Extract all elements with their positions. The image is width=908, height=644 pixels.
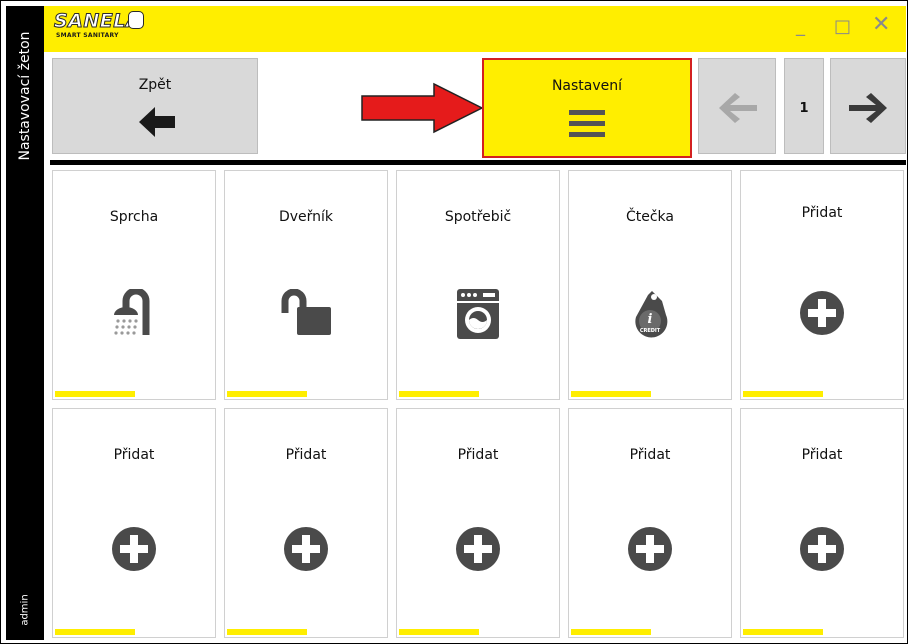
tile-ctecka[interactable]: Čtečka i CREDIT bbox=[568, 170, 732, 400]
tile-status-bar bbox=[227, 629, 307, 635]
tile-pridat[interactable]: Přidat bbox=[52, 408, 216, 638]
tile-label: Sprcha bbox=[109, 209, 159, 225]
tile-label: Přidat bbox=[801, 205, 843, 221]
shower-icon bbox=[114, 289, 150, 335]
add-icon bbox=[284, 527, 328, 571]
previous-page-button[interactable] bbox=[698, 58, 776, 154]
sanela-logo: SANELA SMART SANITARY bbox=[53, 10, 164, 44]
tile-sprcha[interactable]: Sprcha bbox=[52, 170, 216, 400]
page-number: 1 bbox=[799, 101, 809, 116]
red-pointer-arrow bbox=[361, 82, 484, 134]
tile-label: Přidat bbox=[801, 447, 843, 463]
add-icon bbox=[800, 291, 844, 335]
settings-button-label: Nastavení bbox=[551, 78, 623, 94]
tile-label: Přidat bbox=[285, 447, 327, 463]
sidebar: Nastavovací žeton admin bbox=[6, 6, 44, 640]
tile-label: Spotřebič bbox=[444, 209, 512, 225]
tile-label: Přidat bbox=[113, 447, 155, 463]
credit-token-icon: i CREDIT bbox=[635, 291, 668, 338]
arrow-left-icon bbox=[139, 107, 175, 137]
sidebar-title: Nastavovací žeton bbox=[6, 6, 44, 186]
tile-status-bar bbox=[55, 391, 135, 397]
logo-mascot-icon bbox=[128, 11, 144, 29]
sidebar-user: admin bbox=[6, 580, 44, 640]
tile-status-bar bbox=[227, 391, 307, 397]
tile-label: Dveřník bbox=[278, 209, 334, 225]
toolbar-divider bbox=[50, 160, 906, 165]
arrow-right-icon bbox=[849, 93, 887, 123]
add-icon bbox=[628, 527, 672, 571]
arrow-left-icon bbox=[719, 93, 757, 123]
tile-spotrebic[interactable]: Spotřebič bbox=[396, 170, 560, 400]
tile-pridat[interactable]: Přidat bbox=[568, 408, 732, 638]
tile-label: Přidat bbox=[629, 447, 671, 463]
next-page-button[interactable] bbox=[830, 58, 906, 154]
tile-status-bar bbox=[571, 391, 651, 397]
back-button-label: Zpět bbox=[138, 77, 172, 93]
menu-icon bbox=[569, 110, 605, 137]
tile-status-bar bbox=[743, 391, 823, 397]
tile-status-bar bbox=[399, 391, 479, 397]
title-bar: SANELA SMART SANITARY _ □ ✕ bbox=[44, 6, 906, 52]
svg-text:i: i bbox=[648, 312, 653, 327]
maximize-button[interactable]: □ bbox=[834, 16, 851, 37]
tile-label: Přidat bbox=[457, 447, 499, 463]
tile-pridat[interactable]: Přidat bbox=[740, 408, 904, 638]
page-indicator: 1 bbox=[784, 58, 824, 154]
svg-text:CREDIT: CREDIT bbox=[640, 328, 661, 334]
settings-button[interactable]: Nastavení bbox=[482, 58, 692, 158]
washing-machine-icon bbox=[457, 289, 499, 339]
tile-status-bar bbox=[55, 629, 135, 635]
add-icon bbox=[112, 527, 156, 571]
tile-status-bar bbox=[399, 629, 479, 635]
tile-pridat[interactable]: Přidat bbox=[396, 408, 560, 638]
toolbar: Zpět Nastavení 1 bbox=[44, 52, 906, 160]
tile-label: Čtečka bbox=[625, 209, 674, 225]
user-name: admin bbox=[19, 594, 31, 626]
minimize-button[interactable]: _ bbox=[796, 16, 805, 37]
add-icon bbox=[800, 527, 844, 571]
tile-dvernik[interactable]: Dveřník bbox=[224, 170, 388, 400]
add-icon bbox=[456, 527, 500, 571]
back-button[interactable]: Zpět bbox=[52, 58, 258, 154]
close-button[interactable]: ✕ bbox=[872, 12, 890, 37]
logo-tagline: SMART SANITARY bbox=[56, 32, 119, 39]
tile-status-bar bbox=[571, 629, 651, 635]
tile-pridat[interactable]: Přidat bbox=[740, 170, 904, 400]
tile-status-bar bbox=[743, 629, 823, 635]
sidebar-title-text: Nastavovací žeton bbox=[17, 31, 33, 161]
unlocked-padlock-icon bbox=[281, 289, 331, 335]
tile-pridat[interactable]: Přidat bbox=[224, 408, 388, 638]
